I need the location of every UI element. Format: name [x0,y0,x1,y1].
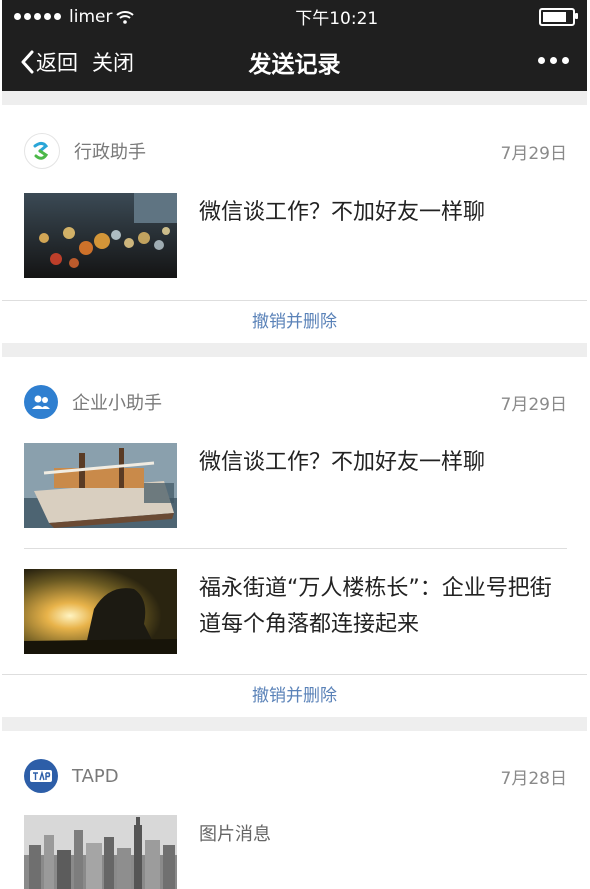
record-card: TAPD 7月28日 图片消息 [2,731,587,889]
status-time: 下午10:21 [295,9,379,29]
record-card: 行政助手 7月29日 微信谈工作？不加好友一样聊 撤销并删除 [2,105,587,343]
thumbnail-bokeh-lights [24,193,177,278]
battery-icon [539,7,578,26]
navigation-bar: 返回 关闭 发送记录 [2,33,587,91]
thumbnail-boat [24,443,177,528]
close-button[interactable]: 关闭 [92,47,134,77]
thumbnail-sunset-hand [24,569,177,654]
record-card: 企业小助手 7月29日 微信谈工作？不加好友一样聊 福永街道“万人楼栋长”：企业… [2,357,587,717]
status-bar: limer 下午10:21 [2,0,587,33]
revoke-delete-button[interactable]: 撤销并删除 [2,674,587,717]
message-title: 微信谈工作？不加好友一样聊 [199,200,486,225]
message-title: 福永街道“万人楼栋长”：企业号把街道每个角落都连接起来 [199,576,552,637]
tapd-avatar [24,759,58,793]
people-icon [32,395,50,409]
chevron-left-icon [21,50,34,74]
message-item[interactable]: 福永街道“万人楼栋长”：企业号把街道每个角落都连接起来 [2,569,587,654]
source-name: 企业小助手 [72,393,162,414]
more-icon[interactable] [538,57,569,64]
record-date: 7月29日 [500,143,567,164]
tapd-logo-icon [30,770,52,782]
source-name: 行政助手 [74,142,146,163]
signal-area: limer [14,6,135,27]
enterprise-assistant-avatar [24,385,58,419]
message-item[interactable]: 微信谈工作？不加好友一样聊 [2,193,587,278]
admin-assistant-logo-icon [33,142,49,160]
back-button[interactable]: 返回 [20,47,78,77]
message-item[interactable]: 图片消息 [2,815,587,889]
admin-assistant-avatar [24,133,60,169]
carrier-name: limer [69,6,113,27]
message-item[interactable]: 微信谈工作？不加好友一样聊 [2,443,587,528]
signal-strength-icon [14,13,61,20]
back-label: 返回 [36,51,78,75]
phone-screen: limer 下午10:21 返回 关闭 发送记录 行政助手 7月29日 微信谈工… [2,0,587,889]
message-title: 图片消息 [199,824,271,845]
record-date: 7月29日 [500,394,567,415]
thumbnail-city-skyline [24,815,177,889]
message-title: 微信谈工作？不加好友一样聊 [199,450,486,475]
source-name: TAPD [72,765,119,787]
wifi-icon [116,10,135,24]
record-date: 7月28日 [500,768,567,789]
revoke-delete-button[interactable]: 撤销并删除 [2,300,587,343]
